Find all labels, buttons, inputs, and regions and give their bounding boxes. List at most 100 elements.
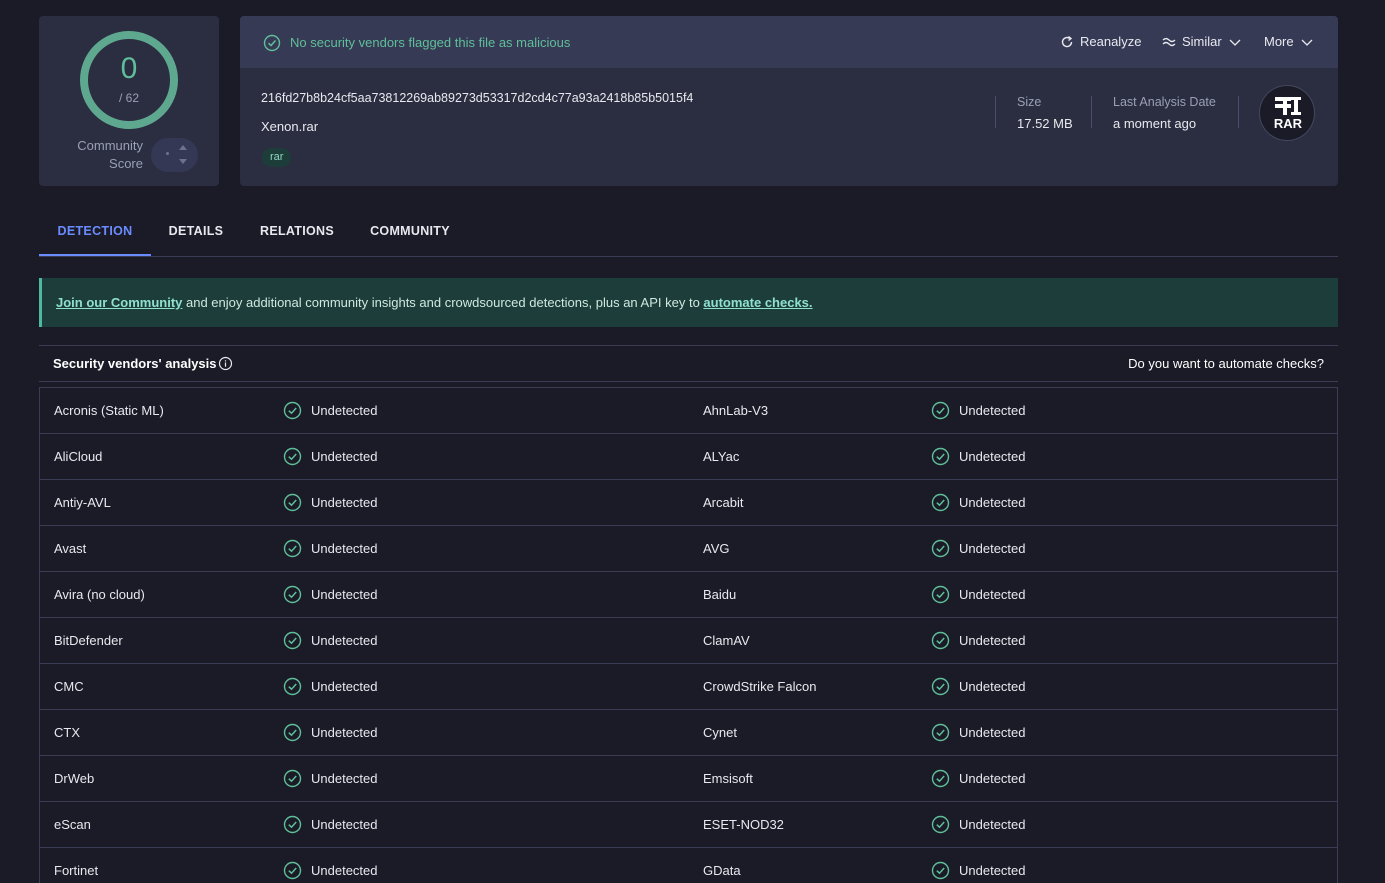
archive-icon bbox=[1275, 97, 1301, 115]
vendor-result: Undetected bbox=[311, 771, 378, 786]
automate-checks-link[interactable]: automate checks. bbox=[703, 295, 812, 310]
table-row: Acronis (Static ML) Undetected AhnLab-V3 Un… bbox=[40, 388, 1337, 434]
vote-up-icon[interactable] bbox=[179, 145, 187, 150]
join-community-link[interactable]: Join our Community bbox=[56, 295, 182, 310]
vendor-result: Undetected bbox=[959, 403, 1026, 418]
vendor-name: AhnLab-V3 bbox=[703, 403, 769, 418]
size-label: Size bbox=[1017, 95, 1042, 109]
check-circle-icon bbox=[283, 631, 302, 650]
vendor-result: Undetected bbox=[311, 495, 378, 510]
community-score-card: 0 / 62 Community Score bbox=[39, 16, 219, 186]
check-circle-icon bbox=[283, 769, 302, 788]
similar-dropdown[interactable]: Similar bbox=[1162, 34, 1242, 49]
vendor-result: Undetected bbox=[311, 817, 378, 832]
check-circle-icon bbox=[931, 861, 950, 880]
vendor-result: Undetected bbox=[959, 863, 1026, 878]
vendor-name: Antiy-AVL bbox=[54, 495, 111, 510]
vendor-name: Avast bbox=[54, 541, 87, 556]
automate-checks-prompt[interactable]: Do you want to automate checks? bbox=[1128, 356, 1324, 371]
file-type-tag[interactable]: rar bbox=[262, 148, 292, 167]
detection-score: 0 bbox=[120, 52, 138, 85]
reanalyze-button[interactable]: Reanalyze bbox=[1060, 34, 1141, 49]
vendor-result: Undetected bbox=[959, 633, 1026, 648]
vendor-result: Undetected bbox=[311, 403, 378, 418]
vendors-section-header: Security vendors' analysis Do you want t… bbox=[39, 345, 1338, 382]
tab-relations[interactable]: RELATIONS bbox=[253, 212, 341, 256]
vendor-result: Undetected bbox=[959, 817, 1026, 832]
vendor-name: Fortinet bbox=[54, 863, 99, 878]
check-circle-icon bbox=[283, 447, 302, 466]
vendor-name: ClamAV bbox=[703, 633, 750, 648]
tab-details[interactable]: DETAILS bbox=[160, 212, 232, 256]
vendor-name: ESET-NOD32 bbox=[703, 817, 784, 832]
vendor-result: Undetected bbox=[311, 449, 378, 464]
file-hash[interactable]: 216fd27b8b24cf5aa73812269ab89273d53317d2… bbox=[261, 91, 693, 105]
vendor-result: Undetected bbox=[311, 679, 378, 694]
vote-dot-icon bbox=[166, 152, 169, 155]
info-icon[interactable] bbox=[218, 356, 233, 371]
divider bbox=[995, 96, 996, 128]
community-vote-control[interactable] bbox=[151, 138, 198, 172]
size-value: 17.52 MB bbox=[1017, 116, 1073, 131]
vendor-result: Undetected bbox=[959, 771, 1026, 786]
table-row: Avast Undetected AVG Undetected bbox=[40, 526, 1337, 572]
vendor-result: Undetected bbox=[311, 863, 378, 878]
check-circle-icon bbox=[931, 815, 950, 834]
table-row: CMC Undetected CrowdStrike Falcon Undetecte… bbox=[40, 664, 1337, 710]
vendor-name: Emsisoft bbox=[703, 771, 753, 786]
file-name: Xenon.rar bbox=[261, 119, 319, 134]
vendor-result: Undetected bbox=[311, 587, 378, 602]
vendor-name: eScan bbox=[54, 817, 91, 832]
check-circle-icon bbox=[283, 861, 302, 880]
banner-text: and enjoy additional community insights … bbox=[182, 295, 704, 310]
table-row: BitDefender Undetected ClamAV Undetected bbox=[40, 618, 1337, 664]
vendor-result: Undetected bbox=[959, 449, 1026, 464]
check-circle-icon bbox=[263, 34, 281, 52]
vendor-name: ALYac bbox=[703, 449, 740, 464]
analysis-tabs: DETECTION DETAILS RELATIONS COMMUNITY bbox=[39, 212, 1338, 257]
check-circle-icon bbox=[931, 585, 950, 604]
section-title: Security vendors' analysis bbox=[53, 356, 217, 371]
chevron-down-icon bbox=[1301, 39, 1313, 46]
table-row: Antiy-AVL Undetected Arcabit Undetected bbox=[40, 480, 1337, 526]
vendor-name: Cynet bbox=[703, 725, 737, 740]
file-type-badge-label: RAR bbox=[1273, 116, 1303, 131]
vendor-name: Arcabit bbox=[703, 495, 744, 510]
status-message: No security vendors flagged this file as… bbox=[290, 35, 571, 50]
vendor-name: AliCloud bbox=[54, 449, 103, 464]
tab-detection[interactable]: DETECTION bbox=[39, 212, 151, 256]
vendor-result: Undetected bbox=[959, 495, 1026, 510]
table-row: Avira (no cloud) Undetected Baidu Undetecte… bbox=[40, 572, 1337, 618]
last-analysis-value: a moment ago bbox=[1113, 116, 1197, 131]
vote-down-icon[interactable] bbox=[179, 159, 187, 164]
check-circle-icon bbox=[283, 401, 302, 420]
file-type-badge: RAR bbox=[1259, 85, 1315, 141]
vendor-results-table: Acronis (Static ML) Undetected AhnLab-V3 Un… bbox=[39, 387, 1338, 883]
vendor-result: Undetected bbox=[311, 633, 378, 648]
vendor-name: Acronis (Static ML) bbox=[54, 403, 164, 418]
check-circle-icon bbox=[283, 539, 302, 558]
refresh-icon bbox=[1061, 35, 1073, 47]
divider bbox=[1238, 96, 1239, 128]
last-analysis-label: Last Analysis Date bbox=[1113, 95, 1216, 109]
more-dropdown[interactable]: More bbox=[1264, 34, 1314, 49]
check-circle-icon bbox=[283, 493, 302, 512]
community-banner: Join our Community and enjoy additional … bbox=[39, 278, 1338, 327]
table-row: AliCloud Undetected ALYac Undetected bbox=[40, 434, 1337, 480]
file-status-header: No security vendors flagged this file as… bbox=[240, 16, 1338, 68]
tab-community[interactable]: COMMUNITY bbox=[362, 212, 458, 256]
vendor-name: CTX bbox=[54, 725, 80, 740]
vendor-name: AVG bbox=[703, 541, 730, 556]
vendor-name: Baidu bbox=[703, 587, 737, 602]
check-circle-icon bbox=[283, 677, 302, 696]
vendor-result: Undetected bbox=[959, 679, 1026, 694]
check-circle-icon bbox=[931, 447, 950, 466]
vendor-name: CrowdStrike Falcon bbox=[703, 679, 817, 694]
vendor-result: Undetected bbox=[959, 587, 1026, 602]
vendor-result: Undetected bbox=[959, 725, 1026, 740]
vendor-name: GData bbox=[703, 863, 741, 878]
check-circle-icon bbox=[931, 539, 950, 558]
check-circle-icon bbox=[931, 631, 950, 650]
divider bbox=[1091, 96, 1092, 128]
table-row: CTX Undetected Cynet Undetected bbox=[40, 710, 1337, 756]
